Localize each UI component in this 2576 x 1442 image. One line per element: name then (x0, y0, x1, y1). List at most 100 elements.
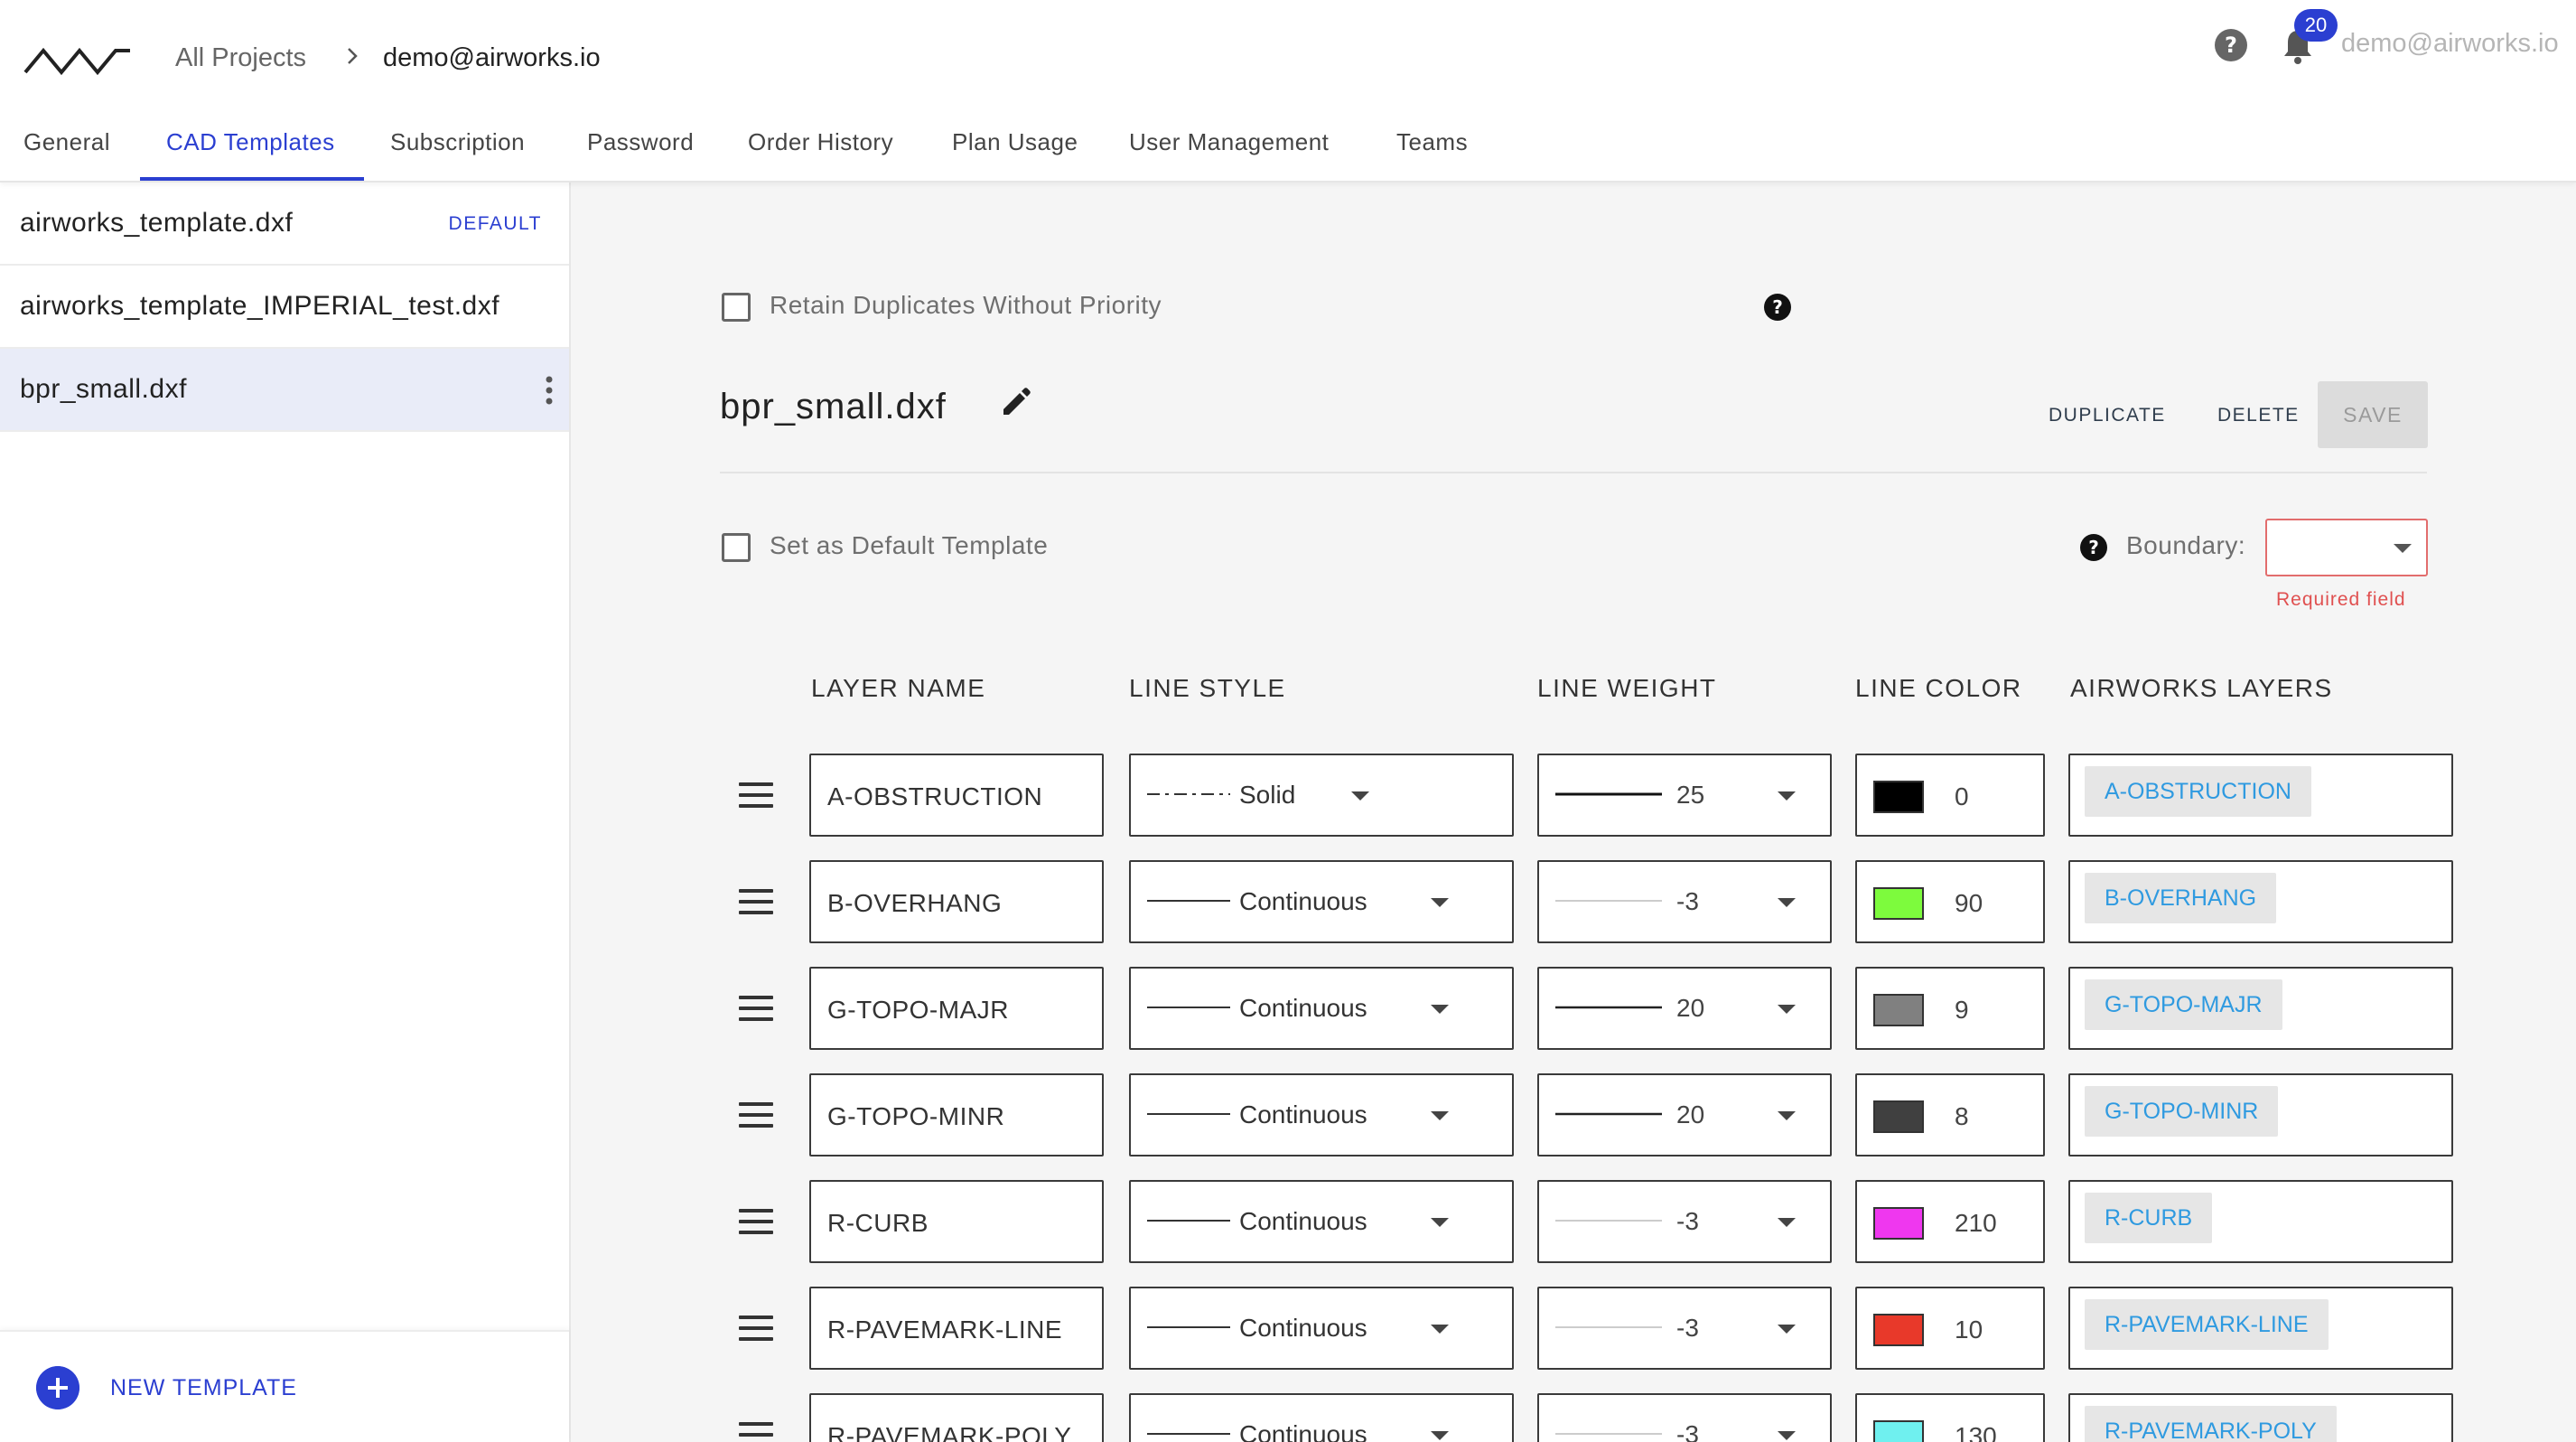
airworks-layers-field[interactable]: B-OVERHANG (2068, 860, 2453, 943)
color-swatch[interactable] (1873, 1207, 1924, 1240)
airworks-layer-chip[interactable]: B-OVERHANG (2085, 873, 2277, 923)
tab-subscription[interactable]: Subscription (390, 123, 525, 183)
line-style-select[interactable]: Continuous (1129, 967, 1514, 1050)
line-color-field[interactable]: 130 (1855, 1393, 2045, 1442)
caret-down-icon (1778, 1431, 1796, 1440)
airworks-layers-field[interactable]: R-PAVEMARK-LINE (2068, 1287, 2453, 1370)
line-color-field[interactable]: 9 (1855, 967, 2045, 1050)
drag-handle-icon[interactable] (739, 889, 773, 914)
drag-handle-icon[interactable] (739, 1209, 773, 1234)
color-swatch[interactable] (1873, 994, 1924, 1026)
tab-general[interactable]: General (23, 123, 110, 183)
line-weight-select[interactable]: -3 (1537, 860, 1832, 943)
line-style-select[interactable]: Continuous (1129, 1073, 1514, 1156)
more-vert-icon[interactable] (540, 374, 558, 407)
layer-name-field[interactable]: A-OBSTRUCTION (809, 754, 1104, 837)
template-item-selected[interactable]: bpr_small.dxf (0, 349, 569, 432)
line-weight-select[interactable]: 20 (1537, 1073, 1832, 1156)
column-header-airworks-layers: AIRWORKS LAYERS (2070, 674, 2333, 702)
column-header-line-color: LINE COLOR (1855, 674, 2022, 702)
layer-name-field[interactable]: G-TOPO-MINR (809, 1073, 1104, 1156)
tab-password[interactable]: Password (587, 123, 694, 183)
drag-handle-icon[interactable] (739, 782, 773, 808)
tab-user-management[interactable]: User Management (1129, 123, 1329, 183)
column-header-line-weight: LINE WEIGHT (1537, 674, 1717, 702)
line-weight-select[interactable]: 20 (1537, 967, 1832, 1050)
set-default-label: Set as Default Template (770, 531, 1049, 559)
new-template-button[interactable]: NEW TEMPLATE (0, 1330, 569, 1442)
tab-order-history[interactable]: Order History (748, 123, 893, 183)
line-weight-select[interactable]: 25 (1537, 754, 1832, 837)
user-menu[interactable]: demo@airworks.io (2341, 29, 2559, 59)
layer-name-field[interactable]: R-PAVEMARK-POLY (809, 1393, 1104, 1442)
airworks-layers-field[interactable]: R-PAVEMARK-POLY (2068, 1393, 2453, 1442)
airworks-layers-field[interactable]: R-CURB (2068, 1180, 2453, 1263)
delete-button[interactable]: DELETE (2217, 405, 2300, 426)
retain-duplicates-checkbox[interactable] (722, 293, 751, 322)
airworks-layers-field[interactable]: G-TOPO-MINR (2068, 1073, 2453, 1156)
column-header-line-style: LINE STYLE (1129, 674, 1286, 702)
line-style-preview (1147, 793, 1230, 795)
color-swatch[interactable] (1873, 781, 1924, 813)
template-title: bpr_small.dxf (720, 387, 947, 426)
airworks-layer-chip[interactable]: A-OBSTRUCTION (2085, 766, 2311, 817)
line-style-select[interactable]: Continuous (1129, 1180, 1514, 1263)
edit-pencil-icon[interactable] (999, 383, 1033, 417)
caret-down-icon (1778, 791, 1796, 801)
drag-handle-icon[interactable] (739, 1316, 773, 1341)
line-color-field[interactable]: 90 (1855, 860, 2045, 943)
layer-name-field[interactable]: R-PAVEMARK-LINE (809, 1287, 1104, 1370)
caret-down-icon (1431, 1325, 1449, 1334)
airworks-layer-chip[interactable]: G-TOPO-MAJR (2085, 979, 2282, 1030)
caret-down-icon (2394, 544, 2412, 553)
caret-down-icon (1431, 1218, 1449, 1227)
layer-name-field[interactable]: R-CURB (809, 1180, 1104, 1263)
line-style-select[interactable]: Continuous (1129, 860, 1514, 943)
airworks-layer-chip[interactable]: G-TOPO-MINR (2085, 1086, 2279, 1137)
airworks-layer-chip[interactable]: R-PAVEMARK-LINE (2085, 1299, 2329, 1350)
help-icon[interactable]: ? (2079, 533, 2108, 562)
boundary-select[interactable] (2265, 519, 2428, 576)
layer-name-value: G-TOPO-MAJR (827, 996, 1009, 1024)
breadcrumb-all-projects[interactable]: All Projects (175, 43, 306, 73)
template-item[interactable]: airworks_template_IMPERIAL_test.dxf (0, 266, 569, 349)
tab-cad-templates[interactable]: CAD Templates (166, 123, 335, 183)
tab-plan-usage[interactable]: Plan Usage (952, 123, 1078, 183)
help-icon[interactable]: ? (1763, 293, 1792, 322)
save-button[interactable]: SAVE (2318, 381, 2428, 448)
color-swatch[interactable] (1873, 1314, 1924, 1346)
drag-handle-icon[interactable] (739, 996, 773, 1021)
drag-handle-icon[interactable] (739, 1102, 773, 1128)
line-style-select[interactable]: Solid (1129, 754, 1514, 837)
help-icon[interactable]: ? (2213, 27, 2249, 63)
airworks-layers-field[interactable]: A-OBSTRUCTION (2068, 754, 2453, 837)
line-color-field[interactable]: 0 (1855, 754, 2045, 837)
layer-name-field[interactable]: G-TOPO-MAJR (809, 967, 1104, 1050)
airworks-layers-field[interactable]: G-TOPO-MAJR (2068, 967, 2453, 1050)
caret-down-icon (1778, 1325, 1796, 1334)
line-weight-select[interactable]: -3 (1537, 1393, 1832, 1442)
tab-teams[interactable]: Teams (1396, 123, 1468, 183)
drag-handle-icon[interactable] (739, 1422, 773, 1442)
color-swatch[interactable] (1873, 1420, 1924, 1442)
boundary-label: Boundary: (2126, 531, 2246, 559)
duplicate-button[interactable]: DUPLICATE (2049, 405, 2166, 426)
line-color-field[interactable]: 8 (1855, 1073, 2045, 1156)
airworks-layer-chip[interactable]: R-CURB (2085, 1193, 2213, 1243)
line-style-value: Solid (1239, 781, 1296, 809)
line-style-select[interactable]: Continuous (1129, 1393, 1514, 1442)
airworks-layer-chip[interactable]: R-PAVEMARK-POLY (2085, 1406, 2337, 1442)
template-item[interactable]: airworks_template.dxf DEFAULT (0, 183, 569, 266)
line-style-value: Continuous (1239, 994, 1367, 1022)
table-row: B-OVERHANG Continuous -3 90 B-OVERHANG (571, 860, 2576, 943)
line-weight-select[interactable]: -3 (1537, 1180, 1832, 1263)
airworks-logo[interactable] (23, 45, 132, 78)
line-color-field[interactable]: 210 (1855, 1180, 2045, 1263)
set-default-checkbox[interactable] (722, 533, 751, 562)
color-swatch[interactable] (1873, 1100, 1924, 1133)
color-swatch[interactable] (1873, 887, 1924, 920)
line-style-select[interactable]: Continuous (1129, 1287, 1514, 1370)
line-color-field[interactable]: 10 (1855, 1287, 2045, 1370)
layer-name-field[interactable]: B-OVERHANG (809, 860, 1104, 943)
line-weight-select[interactable]: -3 (1537, 1287, 1832, 1370)
